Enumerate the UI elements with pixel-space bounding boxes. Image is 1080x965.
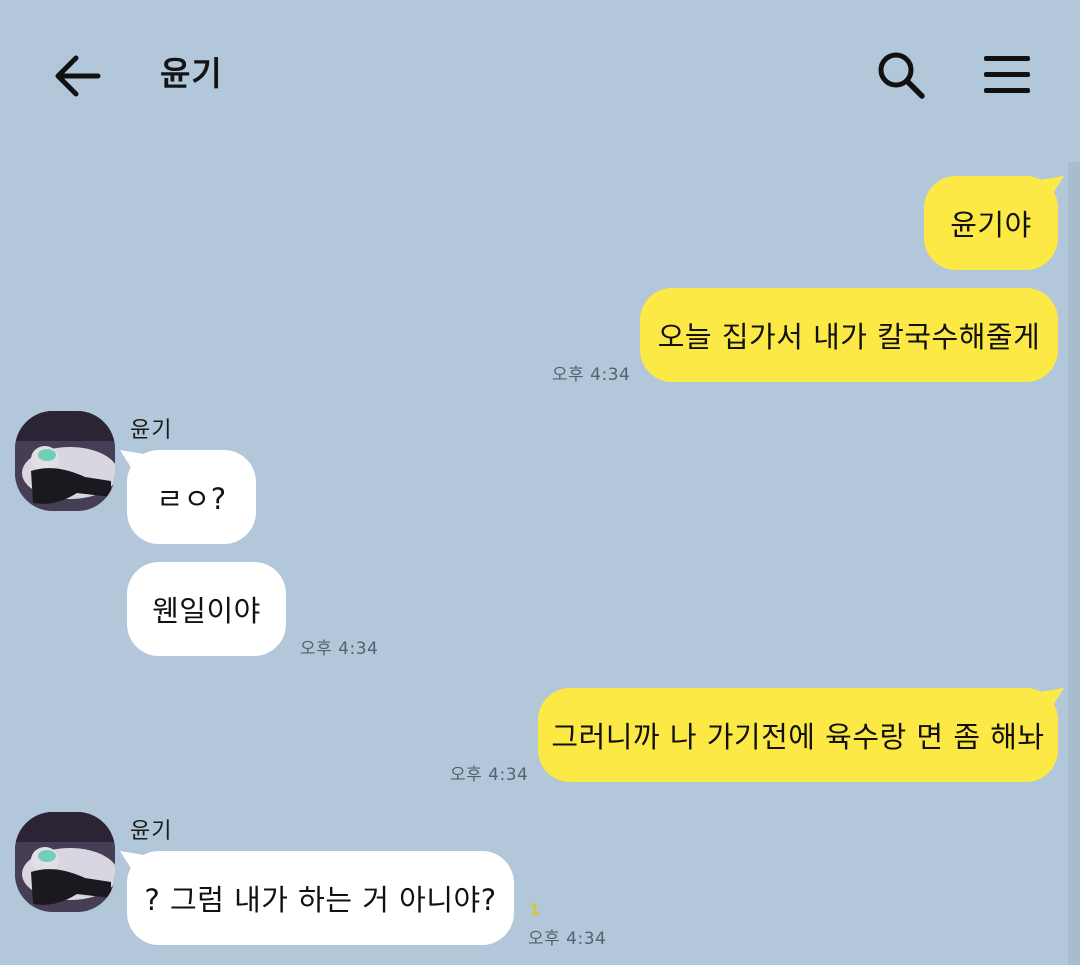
unread-count: 1 [529,900,541,919]
sender-name: 윤기 [130,418,173,443]
search-icon[interactable] [872,46,932,106]
chat-screen: 윤기 윤기야 오늘 집가서 내가 칼국수해줄게 오후 4:34 윤기 ㄹㅇ? 웬… [0,0,1080,965]
sender-name: 윤기 [130,819,173,844]
their-message-bubble[interactable]: 웬일이야 [127,562,286,656]
my-message-bubble[interactable]: 오늘 집가서 내가 칼국수해줄게 [640,288,1058,382]
message-timestamp: 오후 4:34 [300,639,379,659]
message-timestamp: 오후 4:34 [552,365,631,385]
avatar[interactable] [15,411,115,511]
back-arrow-icon[interactable] [50,48,106,104]
my-message-bubble[interactable]: 윤기야 [924,176,1058,270]
chat-header: 윤기 [0,0,1080,150]
avatar[interactable] [15,812,115,912]
scrollbar[interactable] [1068,162,1080,965]
their-message-bubble[interactable]: ? 그럼 내가 하는 거 아니야? [127,851,514,945]
their-message-bubble[interactable]: ㄹㅇ? [127,450,256,544]
chat-title: 윤기 [160,54,223,93]
my-message-bubble[interactable]: 그러니까 나 가기전에 육수랑 면 좀 해놔 [538,688,1058,782]
hamburger-menu-icon[interactable] [978,50,1036,100]
message-timestamp: 오후 4:34 [528,929,607,949]
message-timestamp: 오후 4:34 [450,765,529,785]
